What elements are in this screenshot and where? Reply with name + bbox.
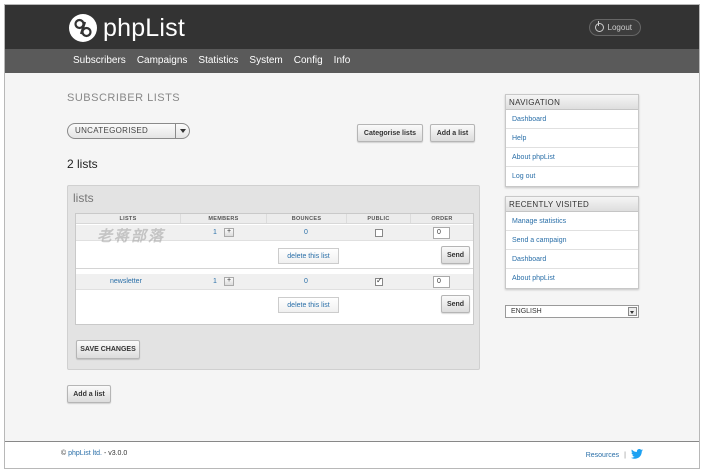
main-nav: Subscribers Campaigns Statistics System … — [5, 49, 699, 73]
footer: © phpList ltd. - v3.0.0 Resources | — [5, 441, 699, 468]
nav-item-campaigns[interactable]: Campaigns — [137, 55, 188, 66]
sidebar-item-dashboard[interactable]: Dashboard — [506, 110, 638, 129]
column-header-lists: LISTS — [76, 214, 181, 223]
bounces-count[interactable]: 0 — [304, 278, 308, 285]
nav-item-info[interactable]: Info — [334, 55, 351, 66]
sidebar-navigation: NAVIGATION Dashboard Help About phpList … — [505, 94, 639, 187]
lists-panel: lists LISTS MEMBERS BOUNCES PUBLIC ORDER… — [67, 185, 480, 370]
language-select-value: ENGLISH — [511, 308, 542, 315]
phplist-logo[interactable]: phpList — [69, 13, 185, 43]
twitter-icon[interactable] — [631, 449, 643, 461]
app-name: phpList — [103, 13, 186, 42]
nav-item-system[interactable]: System — [249, 55, 282, 66]
browser-frame: phpList Logout Subscribers Campaigns Sta… — [4, 4, 700, 469]
add-list-button-bottom[interactable]: Add a list — [67, 385, 111, 403]
order-input[interactable]: 0 — [433, 227, 450, 239]
table-row-actions: delete this list Send — [76, 291, 473, 318]
delete-list-button[interactable]: delete this list — [278, 248, 339, 264]
nav-item-config[interactable]: Config — [294, 55, 323, 66]
column-header-members: MEMBERS — [181, 214, 267, 223]
list-count: 2 lists — [67, 157, 98, 171]
categorise-lists-button[interactable]: Categorise lists — [357, 124, 423, 142]
footer-separator: | — [624, 451, 626, 459]
bounces-count[interactable]: 0 — [304, 229, 308, 236]
resources-link[interactable]: Resources — [586, 452, 619, 459]
nav-item-statistics[interactable]: Statistics — [198, 55, 238, 66]
copyright-symbol: © — [61, 450, 67, 457]
delete-list-button[interactable]: delete this list — [278, 297, 339, 313]
send-button[interactable]: Send — [441, 295, 470, 313]
table-header: LISTS MEMBERS BOUNCES PUBLIC ORDER — [76, 214, 473, 224]
recent-item-manage-statistics[interactable]: Manage statistics — [506, 212, 638, 231]
add-list-button-top[interactable]: Add a list — [430, 124, 475, 142]
members-count[interactable]: 1 — [213, 278, 217, 285]
column-header-order: ORDER — [431, 216, 453, 222]
footer-links: Resources | — [586, 449, 643, 461]
order-input[interactable]: 0 — [433, 276, 450, 288]
save-changes-button[interactable]: SAVE CHANGES — [76, 340, 140, 359]
footer-copyright: © phpList ltd. - v3.0.0 — [61, 450, 127, 457]
logout-label: Logout — [607, 23, 632, 32]
table-row: newsletter 1 + 0 0 — [76, 274, 473, 290]
page-title: SUBSCRIBER LISTS — [67, 92, 181, 104]
power-icon — [594, 21, 604, 32]
chevron-down-icon — [175, 124, 189, 138]
members-count[interactable]: 1 — [213, 229, 217, 236]
recent-item-send-campaign[interactable]: Send a campaign — [506, 231, 638, 250]
chevron-down-icon — [628, 307, 637, 316]
watermark-text: 老蒋部落 — [97, 227, 166, 245]
public-checkbox[interactable] — [375, 276, 383, 286]
recent-item-about[interactable]: About phpList — [506, 269, 638, 288]
category-select-value: UNCATEGORISED — [75, 126, 149, 135]
app-header: phpList Logout — [5, 5, 699, 49]
sidebar-recently-visited: RECENTLY VISITED Manage statistics Send … — [505, 196, 639, 289]
sidebar-navigation-title: NAVIGATION — [506, 95, 638, 110]
phplist-logo-icon — [69, 14, 97, 42]
sidebar-recent-title: RECENTLY VISITED — [506, 197, 638, 212]
nav-item-subscribers[interactable]: Subscribers — [73, 55, 126, 66]
lists-panel-title: lists — [73, 191, 94, 205]
expand-members-button[interactable]: + — [224, 228, 234, 237]
column-header-bounces: BOUNCES — [267, 214, 347, 223]
sidebar-item-help[interactable]: Help — [506, 129, 638, 148]
list-name[interactable]: newsletter — [110, 278, 142, 285]
public-checkbox[interactable] — [375, 229, 383, 237]
sidebar-item-about[interactable]: About phpList — [506, 148, 638, 167]
version-text: - v3.0.0 — [103, 450, 128, 457]
send-button[interactable]: Send — [441, 246, 470, 264]
table-row-actions: delete this list Send — [76, 242, 473, 269]
recent-item-dashboard[interactable]: Dashboard — [506, 250, 638, 269]
logout-button[interactable]: Logout — [588, 19, 641, 36]
expand-members-button[interactable]: + — [224, 277, 234, 286]
main-content: SUBSCRIBER LISTS UNCATEGORISED Categoris… — [5, 73, 699, 441]
column-header-public: PUBLIC — [347, 214, 411, 223]
company-link[interactable]: phpList ltd. — [68, 450, 102, 457]
category-select[interactable]: UNCATEGORISED — [67, 123, 190, 139]
language-select[interactable]: ENGLISH — [505, 305, 639, 318]
sidebar-item-logout[interactable]: Log out — [506, 167, 638, 186]
